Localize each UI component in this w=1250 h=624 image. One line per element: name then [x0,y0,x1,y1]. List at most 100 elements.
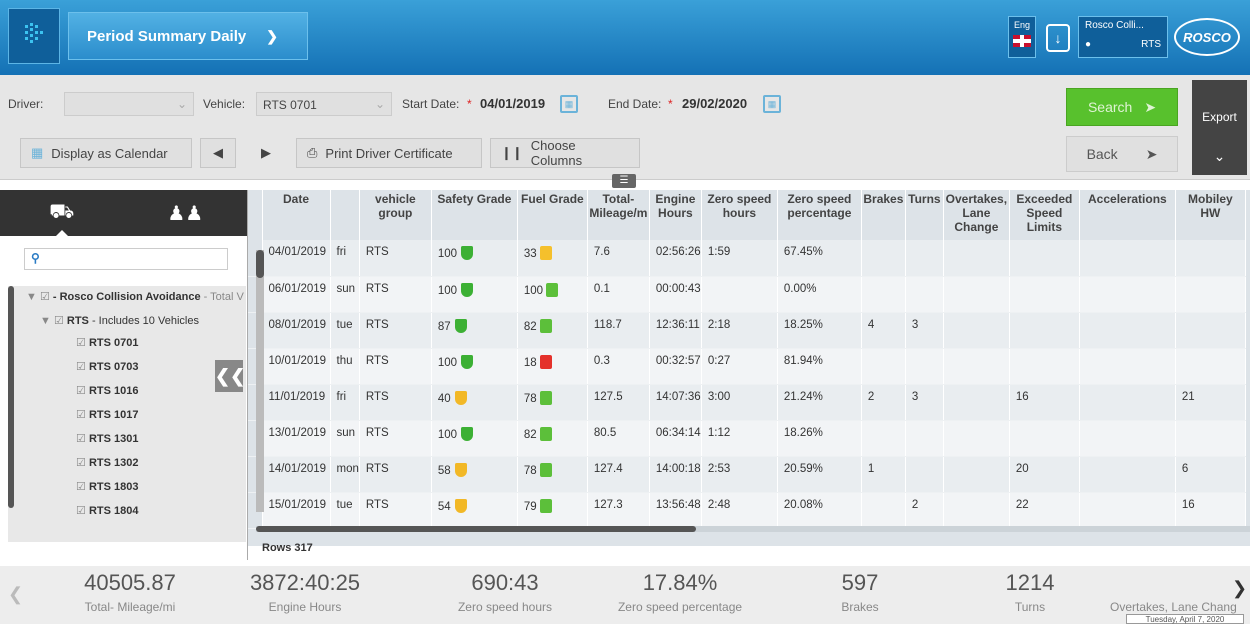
chevron-left-icon[interactable]: ❮ [8,584,23,605]
summary-label: Total- Mileage/mi [84,600,176,614]
table-cell [1079,312,1176,349]
next-button[interactable]: ▶ [248,138,284,168]
shield-icon [461,354,474,369]
tree-vehicle[interactable]: ☑ RTS 1804 [76,504,138,517]
report-title-dropdown[interactable]: Period Summary Daily ❯ [68,12,308,60]
column-header[interactable]: Brakes [861,190,906,240]
table-cell: sun [330,420,360,457]
table-row[interactable]: 15/01/2019 tue RTS 54 79 127.3 13:56:48 2:48 20.… [248,492,1246,529]
table-cell: tue [330,492,360,529]
column-header[interactable]: Exceeded Speed Limits [1009,190,1080,240]
tree-vehicle[interactable]: ☑ RTS 0701 [76,336,138,349]
summary-card: 17.84% Zero speed percentage [605,570,755,614]
vehicle-select[interactable]: RTS 0701 ⌄ [256,92,392,116]
table-cell: 12:36:11 [649,312,702,349]
download-icon[interactable]: ↓ [1046,24,1070,52]
fuel-pump-icon [539,462,552,477]
summary-value [1110,570,1250,596]
export-button[interactable]: Export ⌄ [1192,80,1247,175]
tree-vehicle[interactable]: ☑ RTS 1803 [76,480,138,493]
table-cell: RTS [359,312,432,349]
table-cell [905,276,944,313]
table-cell: 79 [517,492,588,529]
table-row[interactable]: 10/01/2019 thu RTS 100 18 0.3 00:32:57 0:27 81.9… [248,348,1246,385]
column-header[interactable]: Mobiley HW [1175,190,1246,240]
table-cell [943,420,1010,457]
table-row[interactable]: 06/01/2019 sun RTS 100 100 0.1 00:00:43 0.00% [248,276,1246,313]
summary-value: 690:43 [471,570,539,595]
table-cell: 0.00% [777,276,862,313]
print-certificate-button[interactable]: ⎙ Print Driver Certificate [296,138,482,168]
display-calendar-button[interactable]: ▦ Display as Calendar [20,138,192,168]
driver-select[interactable]: ⌄ [64,92,194,116]
search-button[interactable]: Search ➤ [1066,88,1178,126]
tree-vehicle[interactable]: ☑ RTS 1301 [76,432,138,445]
column-header[interactable]: Date [262,190,331,240]
table-cell: 127.3 [587,492,650,529]
summary-label: Turns [1014,600,1046,614]
column-header[interactable]: Safety Grade [431,190,518,240]
end-date-value[interactable]: 29/02/2020 [682,96,747,111]
fuel-pump-icon [539,246,552,260]
table-cell: 4 [861,312,906,349]
filter-panel: Driver: ⌄ Vehicle: RTS 0701 ⌄ Start Date:… [0,75,1250,180]
column-header[interactable]: Fuel Grade [517,190,588,240]
summary-bar: ❮ 40505.87 Total- Mileage/mi 3872:40:25 Eng… [0,566,1250,624]
table-cell [943,348,1010,385]
table-cell [701,276,778,313]
table-cell: RTS [359,276,432,313]
summary-card: 3872:40:25 Engine Hours [230,570,380,614]
table-cell [943,384,1010,421]
table-row[interactable]: 13/01/2019 sun RTS 100 82 80.5 06:34:14 1:12 18.… [248,420,1246,457]
tree-vehicle[interactable]: ☑ RTS 1016 [76,384,138,397]
back-button[interactable]: Back ➤ [1066,136,1178,172]
choose-columns-label: Choose Columns [530,138,583,168]
truck-icon: ⛟ [49,200,75,223]
chevron-right-icon[interactable]: ❯ [1232,578,1247,599]
table-cell: 20.08% [777,492,862,529]
start-date-value[interactable]: 04/01/2019 [480,96,545,111]
user-menu[interactable]: Rosco Colli... ● RTS [1078,16,1168,58]
column-header[interactable]: Accelerations [1079,190,1176,240]
app-logo[interactable] [8,8,60,64]
language-selector[interactable]: Eng [1008,16,1036,58]
table-cell: 100 [431,420,518,457]
calendar-icon[interactable]: ▦ [763,95,781,113]
tree-vehicle[interactable]: ☑ RTS 1017 [76,408,138,421]
table-cell: 06:34:14 [649,420,702,457]
column-header[interactable]: Engine Hours [649,190,702,240]
table-row[interactable]: 08/01/2019 tue RTS 87 82 118.7 12:36:11 2:18 18.… [248,312,1246,349]
column-header[interactable]: Zero speed percentage [777,190,862,240]
column-header[interactable]: Total- Mileage/m [587,190,650,240]
collapse-panel-button[interactable]: ❮❮ [215,360,245,392]
prev-button[interactable]: ◀ [200,138,236,168]
tree-search-input[interactable]: ⚲ [24,248,228,270]
choose-columns-button[interactable]: ❙❙ Choose Columns [490,138,640,168]
tab-vehicles[interactable]: ⛟ [0,190,124,236]
column-header[interactable] [330,190,360,240]
table-row[interactable]: 04/01/2019 fri RTS 100 33 7.6 02:56:26 1:59 67.4… [248,240,1246,277]
table-vertical-scrollbar[interactable] [256,250,264,512]
collapse-filter-toggle[interactable]: ☰ [612,174,636,188]
tree-vehicle[interactable]: ☑ RTS 1302 [76,456,138,469]
fuel-pump-icon [539,426,552,441]
column-header[interactable]: vehicle group [359,190,432,240]
summary-table: Date vehicle group Safety Grade Fuel Grade T… [248,190,1250,546]
tree-vehicle[interactable]: ☑ RTS 0703 [76,360,138,373]
table-row[interactable]: 11/01/2019 fri RTS 40 78 127.5 14:07:36 3:00 21.… [248,384,1246,421]
column-header[interactable]: Turns [905,190,944,240]
tab-drivers[interactable]: ♟♟ [124,190,248,236]
table-cell: 54 [431,492,518,529]
row-count: Rows 317 [262,542,313,554]
column-header[interactable]: Overtakes, Lane Change [943,190,1010,240]
tree-root[interactable]: ▼ ☑ - Rosco Collision Avoidance - Total … [26,290,244,303]
calendar-icon[interactable]: ▦ [560,95,578,113]
table-cell: 2:53 [701,456,778,493]
table-cell: 16 [1175,492,1246,529]
tree-group[interactable]: ▼ ☑ RTS - Includes 10 Vehicles [40,314,199,327]
table-cell [943,312,1010,349]
tree-vertical-scrollbar[interactable] [8,286,14,508]
table-horizontal-scrollbar[interactable] [256,526,1250,532]
column-header[interactable]: Zero speed hours [701,190,778,240]
table-row[interactable]: 14/01/2019 mon RTS 58 78 127.4 14:00:18 2:53 20.… [248,456,1246,493]
